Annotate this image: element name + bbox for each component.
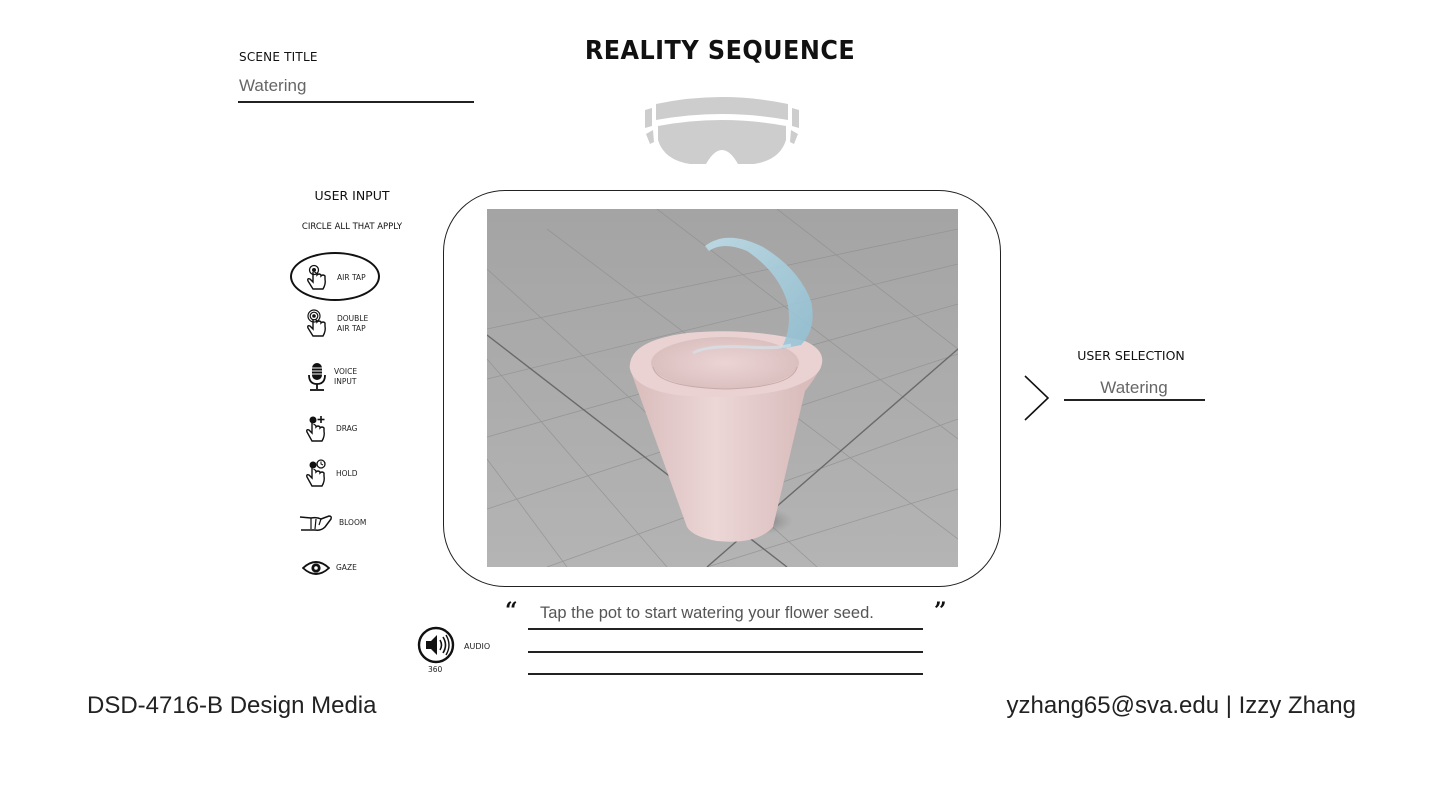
dialogue-underline-1 xyxy=(528,628,923,630)
double-air-tap-icon xyxy=(307,309,326,337)
microphone-icon xyxy=(308,363,326,391)
hold-gesture-icon xyxy=(306,459,326,487)
scene-viewport[interactable] xyxy=(487,209,958,567)
scene-render xyxy=(487,209,958,567)
eye-icon xyxy=(302,561,330,575)
input-option-bloom[interactable]: BLOOM xyxy=(299,513,366,533)
user-input-instruction: CIRCLE ALL THAT APPLY xyxy=(301,222,403,232)
input-option-air-tap[interactable]: AIR TAP xyxy=(305,264,366,292)
speaker-icon[interactable] xyxy=(417,626,455,664)
input-label: DRAG xyxy=(336,424,358,433)
user-selection-label: USER SELECTION xyxy=(1077,348,1185,363)
input-option-hold[interactable]: HOLD xyxy=(304,458,358,490)
dialogue-underline-3 xyxy=(528,673,923,675)
air-tap-icon xyxy=(307,264,326,290)
input-label: HOLD xyxy=(336,469,358,478)
course-label: DSD-4716-B Design Media xyxy=(87,692,377,719)
mixed-reality-headset-icon xyxy=(645,97,799,164)
page-title: REALITY SEQUENCE xyxy=(584,36,856,66)
audio-label: AUDIO xyxy=(464,642,491,651)
pot-opening xyxy=(651,337,799,389)
open-quote-mark: “ xyxy=(505,598,518,624)
dialogue-underline-2 xyxy=(528,651,923,653)
author-credit: yzhang65@sva.edu | Izzy Zhang xyxy=(1006,692,1356,719)
input-label: GAZE xyxy=(336,563,357,572)
input-label: AIR TAP xyxy=(337,273,366,282)
chevron-right-icon xyxy=(1024,375,1050,421)
audio-360-label: 360 xyxy=(428,665,443,674)
input-option-voice-input[interactable]: VOICE INPUT xyxy=(306,362,357,392)
input-option-gaze[interactable]: GAZE xyxy=(302,560,357,576)
scene-title-underline xyxy=(238,101,474,103)
input-option-double-air-tap[interactable]: DOUBLE AIR TAP xyxy=(305,309,368,339)
close-quote-mark: ” xyxy=(934,598,947,624)
user-selection-underline xyxy=(1064,399,1205,401)
scene-title-label: SCENE TITLE xyxy=(239,50,318,64)
dialogue-line-1[interactable]: Tap the pot to start watering your flowe… xyxy=(540,604,874,623)
input-label: VOICE INPUT xyxy=(334,367,358,386)
user-selection-value[interactable]: Watering xyxy=(1064,378,1204,398)
drag-gesture-icon xyxy=(306,416,325,442)
scene-title-value[interactable]: Watering xyxy=(239,76,306,96)
input-option-drag[interactable]: DRAG xyxy=(304,414,358,444)
input-label: DOUBLE AIR TAP xyxy=(337,314,369,333)
input-label: BLOOM xyxy=(339,518,367,527)
user-input-title: USER INPUT xyxy=(314,188,390,203)
bloom-gesture-icon xyxy=(299,515,332,531)
